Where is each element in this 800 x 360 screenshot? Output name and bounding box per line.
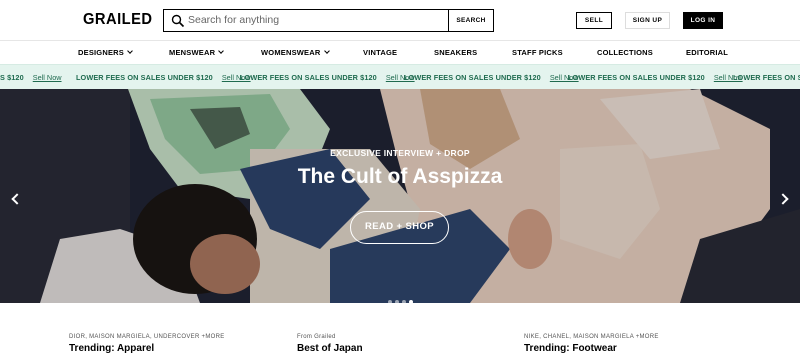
- nav-label: WOMENSWEAR: [261, 48, 321, 57]
- chevron-down-icon: [323, 48, 330, 54]
- nav-item-staff-picks[interactable]: STAFF PICKS: [512, 48, 563, 57]
- trending-card-japan[interactable]: From Grailed Best of Japan: [297, 334, 363, 354]
- nav-label: DESIGNERS: [78, 48, 124, 57]
- carousel-dots: [388, 291, 416, 303]
- promo-text: LOWER FEES ON SALES UNDER $120: [76, 73, 213, 82]
- sell-button[interactable]: SELL: [576, 12, 612, 29]
- promo-item: LOWER FEES ON SALES UNDER $120 Sell Now: [76, 73, 251, 82]
- card-title: Trending: Apparel: [69, 343, 155, 354]
- card-title: Best of Japan: [297, 343, 363, 354]
- main-nav: DESIGNERS MENSWEAR WOMENSWEAR VINTAGE SN…: [0, 40, 800, 64]
- sell-now-link[interactable]: Sell Now: [33, 73, 62, 82]
- promo-text: LOWER FEES ON SALES UNDE: [733, 73, 800, 82]
- promo-text: LOWER FEES ON SALES UNDER $120: [404, 73, 541, 82]
- search-input[interactable]: Search for anything: [188, 14, 279, 26]
- carousel-dot[interactable]: [395, 300, 399, 303]
- promo-item-partial: S $120 Sell Now: [0, 73, 62, 82]
- nav-item-collections[interactable]: COLLECTIONS: [597, 48, 653, 57]
- hero-eyebrow: EXCLUSIVE INTERVIEW + DROP: [330, 148, 470, 158]
- promo-text: LOWER FEES ON SALES UNDER $120: [240, 73, 377, 82]
- promo-item: LOWER FEES ON SALES UNDER $120 Sell Now: [568, 73, 743, 82]
- nav-item-designers[interactable]: DESIGNERS: [78, 48, 133, 57]
- hero-carousel[interactable]: EXCLUSIVE INTERVIEW + DROP The Cult of A…: [0, 89, 800, 303]
- search-bar[interactable]: Search for anything SEARCH: [163, 9, 494, 32]
- chevron-down-icon: [127, 48, 133, 54]
- chevron-down-icon: [218, 48, 225, 54]
- trending-card-footwear[interactable]: NIKE, CHANEL, MAISON MARGIELA +MORE Tren…: [524, 334, 659, 354]
- hero-title: The Cult of Asspizza: [297, 165, 503, 188]
- site-header: GRAILED Search for anything SEARCH SELL …: [0, 0, 800, 40]
- nav-item-womenswear[interactable]: WOMENSWEAR: [261, 48, 330, 57]
- card-title: Trending: Footwear: [524, 343, 617, 354]
- carousel-dot[interactable]: [402, 300, 406, 303]
- promo-text: S $120: [0, 73, 24, 82]
- promo-text: LOWER FEES ON SALES UNDER $120: [568, 73, 705, 82]
- nav-item-editorial[interactable]: EDITORIAL: [686, 48, 728, 57]
- read-shop-button[interactable]: READ + SHOP: [350, 211, 449, 244]
- card-subtitle: DIOR, MAISON MARGIELA, UNDERCOVER +MORE: [69, 334, 225, 340]
- log-in-button[interactable]: LOG IN: [683, 12, 723, 29]
- search-icon: [171, 14, 185, 28]
- nav-item-sneakers[interactable]: SNEAKERS: [434, 48, 477, 57]
- carousel-dot[interactable]: [409, 300, 413, 303]
- promo-item: LOWER FEES ON SALES UNDER $120 Sell Now: [240, 73, 415, 82]
- grailed-logo[interactable]: GRAILED: [83, 11, 152, 29]
- trending-card-apparel[interactable]: DIOR, MAISON MARGIELA, UNDERCOVER +MORE …: [69, 334, 225, 354]
- nav-label: MENSWEAR: [169, 48, 216, 57]
- sign-up-button[interactable]: SIGN UP: [625, 12, 670, 29]
- carousel-dot[interactable]: [388, 300, 392, 303]
- nav-item-vintage[interactable]: VINTAGE: [363, 48, 397, 57]
- promo-banner: S $120 Sell Now LOWER FEES ON SALES UNDER…: [0, 64, 800, 89]
- search-button[interactable]: SEARCH: [448, 10, 493, 31]
- card-subtitle: From Grailed: [297, 334, 336, 340]
- hero-image: [0, 89, 800, 303]
- promo-item: LOWER FEES ON SALES UNDER $120 Sell Now: [404, 73, 579, 82]
- nav-item-menswear[interactable]: MENSWEAR: [169, 48, 225, 57]
- card-subtitle: NIKE, CHANEL, MAISON MARGIELA +MORE: [524, 334, 659, 340]
- promo-item-partial: LOWER FEES ON SALES UNDE: [733, 73, 800, 82]
